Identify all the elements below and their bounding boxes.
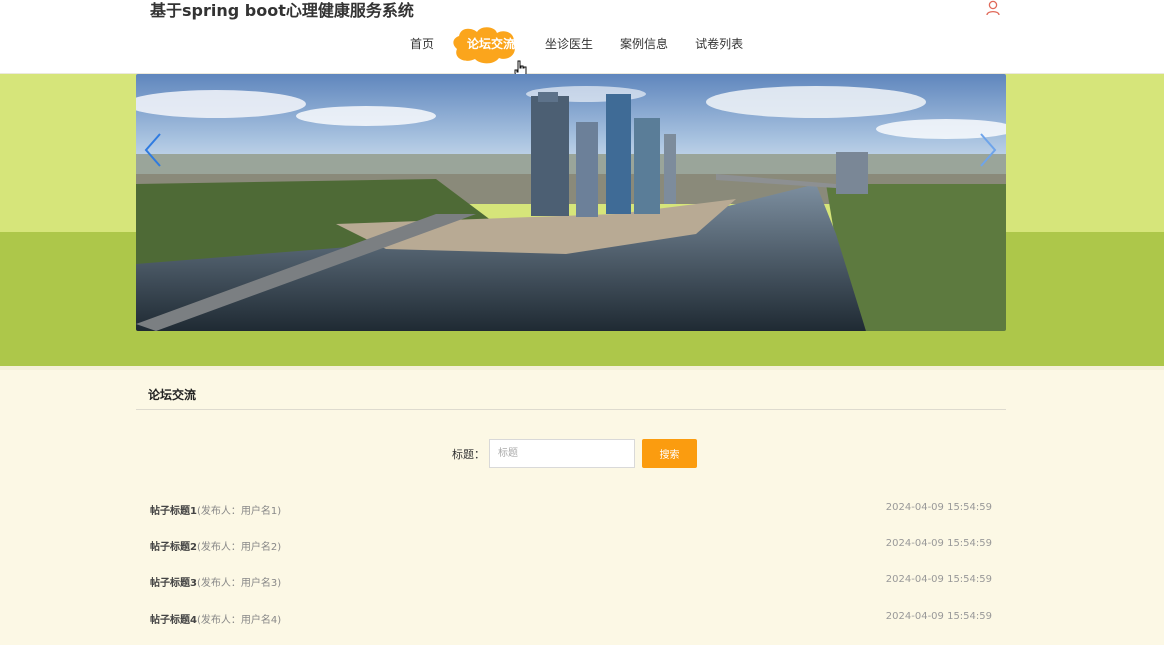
site-title: 基于spring boot心理健康服务系统 [150,1,414,20]
banner-carousel[interactable] [136,74,1006,331]
search-label: 标题： [452,448,485,461]
nav-item-exams[interactable]: 试卷列表 [683,30,755,58]
post-time: 2024-04-09 15:54:59 [885,538,992,549]
post-author: (发布人：用户名3) [196,578,282,589]
banner-band-edge [0,366,1164,370]
nav-item-doctors[interactable]: 坐诊医生 [533,30,605,58]
top-header: 基于spring boot心理健康服务系统 首页 论坛交流 坐诊医生 案例信息 … [0,0,1164,74]
post-title: 帖子标题1 [150,506,197,517]
banner-city-image [136,74,1006,331]
title-search-input[interactable] [489,439,635,468]
search-button[interactable]: 搜索 [642,439,697,468]
chevron-right-icon[interactable] [978,132,998,168]
post-time: 2024-04-09 15:54:59 [885,574,992,585]
post-item[interactable]: 帖子标题3(发布人：用户名3) 2024-04-09 15:54:59 [150,574,992,590]
user-icon[interactable] [985,0,1001,16]
post-title: 帖子标题3 [150,578,197,589]
nav-item-home[interactable]: 首页 [398,30,446,58]
chevron-left-icon[interactable] [143,132,163,168]
post-item[interactable]: 帖子标题4(发布人：用户名4) 2024-04-09 15:54:59 [150,611,992,627]
post-time: 2024-04-09 15:54:59 [885,611,992,622]
post-author: (发布人：用户名2) [196,542,282,553]
post-time: 2024-04-09 15:54:59 [885,502,992,513]
post-title: 帖子标题4 [150,615,197,626]
nav-item-cases[interactable]: 案例信息 [608,30,680,58]
post-item[interactable]: 帖子标题2(发布人：用户名2) 2024-04-09 15:54:59 [150,538,992,554]
post-title: 帖子标题2 [150,542,197,553]
post-item[interactable]: 帖子标题1(发布人：用户名1) 2024-04-09 15:54:59 [150,502,992,518]
nav-item-forum[interactable]: 论坛交流 [453,27,527,64]
section-title: 论坛交流 [148,388,197,402]
main-nav: 首页 论坛交流 坐诊医生 案例信息 试卷列表 [398,27,758,64]
section-divider [136,409,1006,410]
post-author: (发布人：用户名1) [196,506,282,517]
post-author: (发布人：用户名4) [196,615,282,626]
